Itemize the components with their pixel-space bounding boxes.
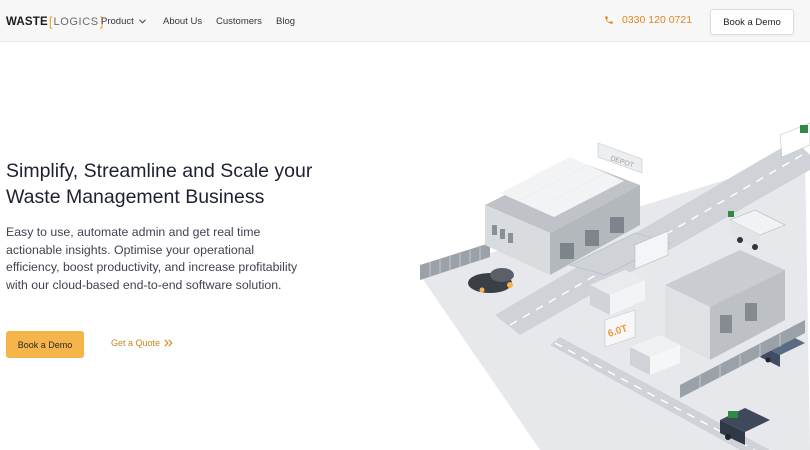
hero-headline: Simplify, Streamline and Scale your Wast… — [6, 158, 346, 210]
get-quote-label: Get a Quote — [111, 338, 161, 348]
logo-word-logics: LOGICS — [53, 16, 99, 28]
logo-word-waste: WASTE — [6, 16, 48, 28]
nav-item-blog-label: Blog — [276, 16, 296, 27]
get-quote-link[interactable]: Get a Quote — [111, 338, 173, 348]
site-header: WASTE [ LOGICS ] Product About Us Custom… — [0, 0, 810, 42]
hero-illustration: DEPOT 6.0T — [410, 115, 810, 450]
hero-headline-line1: Simplify, Streamline and Scale your — [6, 160, 313, 182]
nav-item-blog[interactable]: Blog — [276, 16, 295, 27]
chevron-down-icon — [138, 18, 146, 24]
brand-logo[interactable]: WASTE [ LOGICS ] — [6, 14, 104, 30]
hero-headline-line2: Waste Management Business — [6, 186, 265, 208]
double-chevron-right-icon — [164, 339, 173, 347]
phone-icon — [605, 16, 613, 24]
hero-paragraph: Easy to use, automate admin and get real… — [6, 225, 298, 292]
hero-book-demo-button[interactable]: Book a Demo — [6, 331, 84, 358]
nav-item-about-label: About Us — [163, 16, 203, 27]
header-book-demo-button[interactable]: Book a Demo — [710, 9, 794, 35]
logo-bracket-left: [ — [48, 14, 53, 29]
phone-link[interactable]: 0330 120 0721 — [604, 14, 692, 26]
nav-item-product-label: Product — [101, 16, 134, 27]
nav-item-product[interactable]: Product — [101, 16, 146, 27]
phone-number: 0330 120 0721 — [622, 14, 693, 26]
nav-item-customers-label: Customers — [216, 16, 262, 27]
isometric-depot-illustration: DEPOT 6.0T — [420, 122, 810, 450]
nav-item-about[interactable]: About Us — [163, 16, 202, 27]
nav-item-customers[interactable]: Customers — [216, 16, 262, 27]
